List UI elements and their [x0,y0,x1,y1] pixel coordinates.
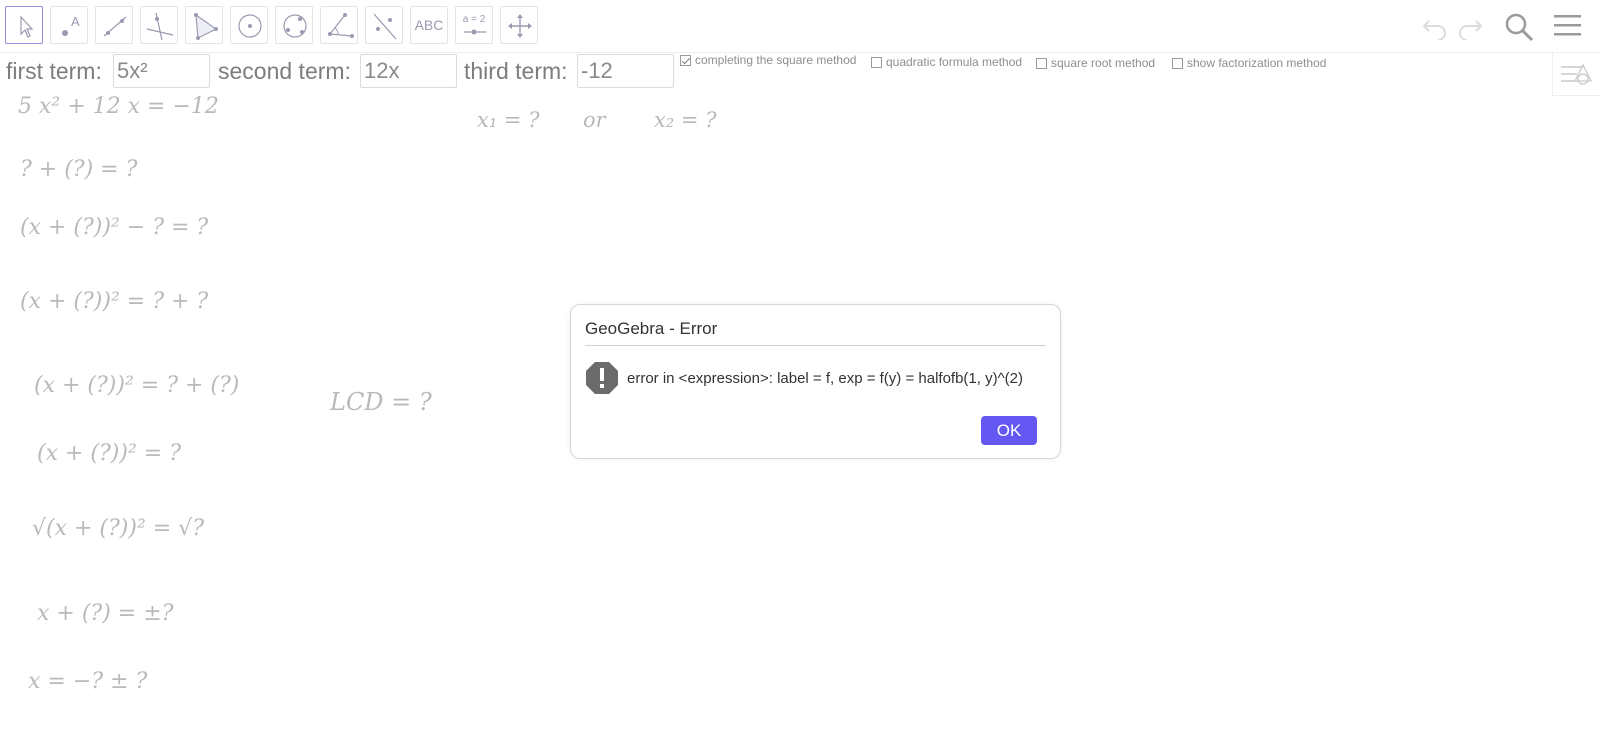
toolbar: A ABC a = 2 [0,0,1600,53]
first-term-label: first term: [6,58,102,84]
equation-3: (x + (?))² − ? = ? [20,215,209,240]
undo-icon[interactable] [1420,12,1450,40]
perpendicular-line-tool-button[interactable] [140,6,178,44]
line-icon [103,16,127,37]
point-icon [62,30,68,36]
redo-icon[interactable] [1455,12,1485,40]
equation-2: ? + (?) = ? [20,157,138,182]
circle-center-point-tool-button[interactable] [230,6,268,44]
quadratic-formula-label: quadratic formula method [886,55,1023,69]
polygon-icon [194,13,218,40]
completing-square-label: completing the square method [695,53,857,67]
text-tool-button[interactable]: ABC [410,6,448,44]
search-icon[interactable] [1502,10,1536,44]
move-tool-button[interactable] [5,6,43,44]
checkbox-checked-icon [680,54,691,66]
move-arrows-icon [508,14,532,38]
style-bar-icon [1561,63,1592,85]
square-root-checkbox[interactable]: square root method [1036,56,1155,70]
point-tool-label: A [71,14,80,29]
circle-three-points-icon [283,14,307,38]
checkbox-unchecked-icon [1036,57,1047,69]
factorization-label: show factorization method [1187,56,1327,70]
circle-three-points-tool-button[interactable] [275,6,313,44]
equation-8: x + (?) = ±? [37,601,174,626]
slider-tool-button[interactable]: a = 2 [455,6,493,44]
equation-6: (x + (?))² = ? [37,441,181,466]
point-tool-button[interactable]: A [50,6,88,44]
dialog-message: error in <expression>: label = f, exp = … [627,370,1023,387]
dialog-title: GeoGebra - Error [585,319,718,338]
completing-square-checkbox[interactable]: completing the square method [680,53,856,67]
square-root-label: square root method [1051,56,1156,70]
line-tool-button[interactable] [95,6,133,44]
equation-7: √(x + (?))² = √? [32,516,205,541]
cursor-arrow-icon [20,15,34,38]
first-term-input[interactable] [113,54,210,88]
equation-5: (x + (?))² = ? + (?) [34,373,240,398]
checkbox-unchecked-icon [1172,57,1183,69]
factorization-checkbox[interactable]: show factorization method [1172,56,1326,70]
text-tool-label: ABC [414,17,444,33]
error-dialog: GeoGebra - Error error in <expression>: … [570,304,1061,459]
equation-1: 5 x² + 12 x = −12 [18,94,219,119]
reflect-tool-button[interactable] [365,6,403,44]
equation-4: (x + (?))² = ? + ? [20,289,209,314]
polygon-tool-button[interactable] [185,6,223,44]
angle-icon [328,13,354,38]
perpendicular-line-icon [146,12,174,41]
checkbox-unchecked-icon [871,56,882,68]
second-term-label: second term: [218,58,351,84]
ok-button[interactable]: OK [981,416,1037,445]
lcd-label: LCD = ? [330,388,432,416]
dialog-divider [585,345,1046,346]
reflect-icon [373,13,397,40]
third-term-label: third term: [464,58,568,84]
root-x1: x₁ = ? [477,108,540,132]
equation-9: x = −? ± ? [28,669,148,694]
angle-tool-button[interactable] [320,6,358,44]
second-term-input[interactable] [360,54,457,88]
circle-center-icon [238,14,262,38]
quadratic-formula-checkbox[interactable]: quadratic formula method [871,55,1022,69]
root-or: or [583,108,606,132]
move-graphics-view-tool-button[interactable] [500,6,538,44]
root-x2: x₂ = ? [654,108,717,132]
slider-icon [464,29,486,35]
style-bar-toggle[interactable] [1552,52,1600,96]
menu-icon[interactable] [1552,12,1584,40]
error-icon [586,362,618,394]
third-term-input[interactable] [577,54,674,88]
